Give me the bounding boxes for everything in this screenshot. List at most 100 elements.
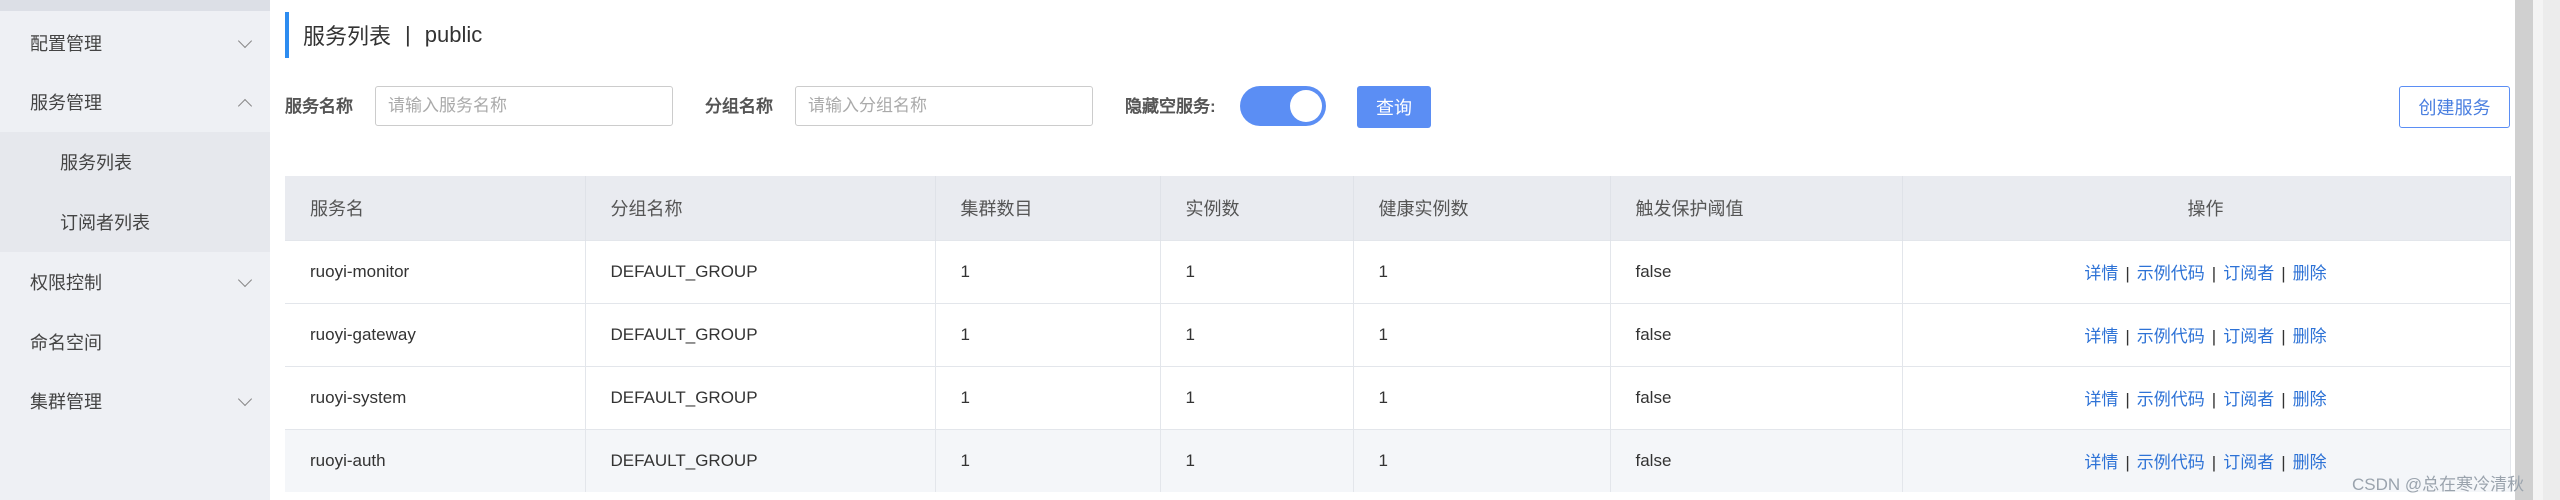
action-separator: | [2281,327,2286,346]
column-header-operations: 操作 [1902,176,2511,240]
action-separator: | [2211,453,2217,473]
column-header-group-name: 分组名称 [585,176,936,240]
action-separator: | [2125,327,2130,346]
cell-service-name: ruoyi-monitor [285,239,586,303]
sidebar-item-cluster-management[interactable]: 集群管理 [0,371,270,431]
cell-cluster-count: 1 [935,365,1161,429]
action-separator: | [2125,453,2130,473]
group-name-label: 分组名称 [705,97,773,116]
cell-healthy-instance-count: 1 [1353,428,1611,492]
sidebar-item-namespace[interactable]: 命名空间 [0,312,270,372]
service-table: 服务名 分组名称 集群数目 实例数 健康实例数 触发保护阈值 操作 ruoyi-… [285,176,2511,492]
hide-empty-label: 隐藏空服务: [1125,97,1216,116]
subscribers-link[interactable]: 订阅者 [2223,390,2274,409]
cell-group-name: DEFAULT_GROUP [585,428,936,492]
service-name-label: 服务名称 [285,97,353,116]
sidebar-item-label: 权限控制 [30,273,102,293]
scrollbar-track[interactable] [2543,0,2560,500]
group-name-input[interactable] [795,86,1093,126]
namespace-name: public [424,22,483,47]
cell-operations: 详情 | 示例代码 | 订阅者 | 删除 [1902,365,2511,429]
action-separator: | [2211,390,2217,409]
sample-code-link[interactable]: 示例代码 [2137,390,2205,409]
title-separator: | [405,22,411,47]
table-row: ruoyi-auth DEFAULT_GROUP 1 1 1 false 详情 |… [285,428,2511,492]
cell-group-name: DEFAULT_GROUP [585,302,936,366]
subscribers-link[interactable]: 订阅者 [2223,453,2274,472]
sidebar-item-label: 命名空间 [30,333,102,353]
sidebar-item-label: 服务列表 [60,153,132,173]
column-header-protect-threshold: 触发保护阈值 [1610,176,1903,240]
sidebar-item-config-management[interactable]: 配置管理 [0,13,270,73]
sidebar: 配置管理 服务管理 服务列表 订阅者列表 权限控制 命名空间 集群管理 [0,0,270,500]
cell-cluster-count: 1 [935,428,1161,492]
action-separator: | [2125,264,2130,283]
delete-link[interactable]: 删除 [2293,390,2327,409]
cell-healthy-instance-count: 1 [1353,302,1611,366]
cell-operations: 详情 | 示例代码 | 订阅者 | 删除 [1902,239,2511,303]
cell-cluster-count: 1 [935,239,1161,303]
cell-service-name: ruoyi-system [285,365,586,429]
query-button[interactable]: 查询 [1357,86,1431,128]
cell-instance-count: 1 [1160,428,1354,492]
cell-protect-threshold: false [1610,239,1903,303]
table-row: ruoyi-monitor DEFAULT_GROUP 1 1 1 false … [285,239,2511,303]
filter-bar: 服务名称 分组名称 隐藏空服务: 查询 创建服务 [285,86,2510,128]
action-separator: | [2211,264,2217,283]
page-title-text: 服务列表 [303,24,392,49]
toggle-knob [1290,90,1322,122]
cell-instance-count: 1 [1160,239,1354,303]
delete-link[interactable]: 删除 [2293,327,2327,346]
table-row: ruoyi-gateway DEFAULT_GROUP 1 1 1 false … [285,302,2511,366]
cell-protect-threshold: false [1610,302,1903,366]
sidebar-item-access-control[interactable]: 权限控制 [0,252,270,312]
sidebar-item-label: 配置管理 [30,34,102,54]
cell-service-name: ruoyi-auth [285,428,586,492]
sidebar-item-service-list[interactable]: 服务列表 [0,132,270,192]
service-name-input[interactable] [375,86,673,126]
table-row: ruoyi-system DEFAULT_GROUP 1 1 1 false 详… [285,365,2511,429]
sidebar-item-label: 订阅者列表 [60,213,150,233]
cell-service-name: ruoyi-gateway [285,302,586,366]
window-scrollbar[interactable] [2515,0,2560,500]
cell-instance-count: 1 [1160,302,1354,366]
chevron-up-icon [237,98,253,114]
subscribers-link[interactable]: 订阅者 [2223,264,2274,283]
column-header-instance-count: 实例数 [1160,176,1354,240]
action-separator: | [2281,453,2286,473]
page-title: 服务列表 | public [285,12,482,58]
cell-group-name: DEFAULT_GROUP [585,239,936,303]
detail-link[interactable]: 详情 [2084,390,2118,409]
cell-cluster-count: 1 [935,302,1161,366]
detail-link[interactable]: 详情 [2084,453,2118,472]
hide-empty-toggle[interactable] [1240,86,1326,126]
cell-healthy-instance-count: 1 [1353,239,1611,303]
action-separator: | [2125,390,2130,409]
delete-link[interactable]: 删除 [2293,453,2327,472]
sample-code-link[interactable]: 示例代码 [2137,264,2205,283]
create-service-button[interactable]: 创建服务 [2399,86,2510,128]
action-separator: | [2281,264,2286,283]
scrollbar-thumb[interactable] [2515,0,2533,500]
sidebar-item-label: 服务管理 [30,93,102,113]
delete-link[interactable]: 删除 [2293,264,2327,283]
sidebar-item-service-management[interactable]: 服务管理 [0,72,270,132]
detail-link[interactable]: 详情 [2084,264,2118,283]
sidebar-item-subscriber-list[interactable]: 订阅者列表 [0,192,270,252]
watermark: CSDN @总在寒冷清秋 [2352,475,2525,494]
chevron-down-icon [237,391,253,407]
sample-code-link[interactable]: 示例代码 [2137,327,2205,346]
action-separator: | [2281,390,2286,409]
sidebar-top-strip [0,0,270,11]
detail-link[interactable]: 详情 [2084,327,2118,346]
cell-group-name: DEFAULT_GROUP [585,365,936,429]
cell-protect-threshold: false [1610,365,1903,429]
cell-operations: 详情 | 示例代码 | 订阅者 | 删除 [1902,302,2511,366]
table-header-row: 服务名 分组名称 集群数目 实例数 健康实例数 触发保护阈值 操作 [285,176,2511,240]
subscribers-link[interactable]: 订阅者 [2223,327,2274,346]
cell-instance-count: 1 [1160,365,1354,429]
sample-code-link[interactable]: 示例代码 [2137,453,2205,472]
sidebar-item-label: 集群管理 [30,392,102,412]
chevron-down-icon [237,272,253,288]
column-header-service-name: 服务名 [285,176,586,240]
